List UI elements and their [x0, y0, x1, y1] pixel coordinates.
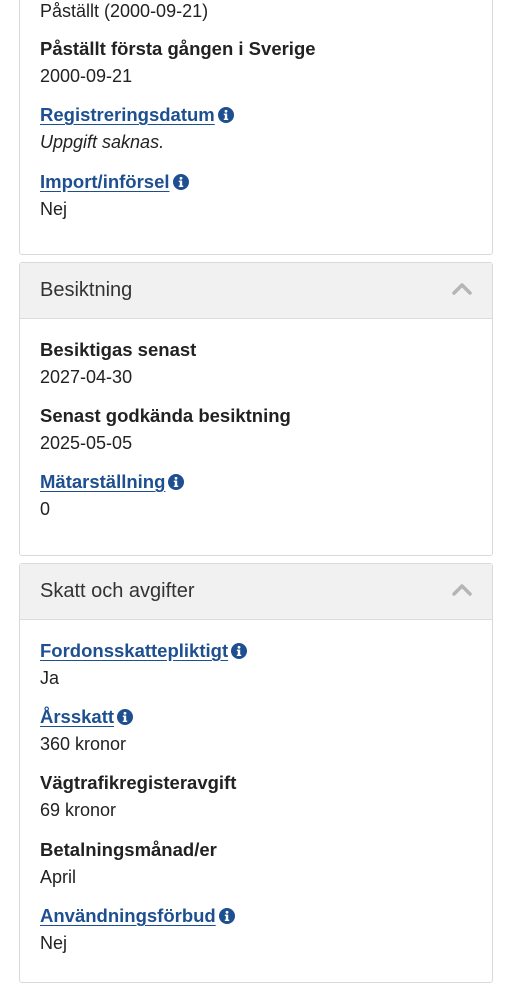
- tax-liable-link[interactable]: Fordonsskattepliktigt: [40, 640, 228, 661]
- info-icon[interactable]: [218, 908, 235, 924]
- info-icon[interactable]: [217, 107, 234, 123]
- field-label: Påställt första gången i Sverige: [40, 38, 316, 59]
- field-payment-month: Betalningsmånad/er April: [40, 838, 217, 889]
- field-value: Uppgift saknas.: [40, 132, 165, 152]
- field-label: Betalningsmånad/er: [40, 839, 217, 860]
- info-icon[interactable]: [117, 709, 134, 725]
- registration-status-text: Påställt (2000-09-21): [40, 1, 209, 21]
- tax-card-header[interactable]: Skatt och avgifter: [20, 564, 492, 620]
- odometer-link[interactable]: Mätarställning: [40, 471, 165, 492]
- field-value: Ja: [40, 668, 60, 688]
- field-first-registered-sweden: Påställt första gången i Sverige 2000-09…: [40, 37, 316, 88]
- field-odometer: Mätarställning 0: [40, 470, 185, 521]
- registration-date-link[interactable]: Registreringsdatum: [40, 104, 215, 125]
- field-import: Import/införsel Nej: [40, 170, 189, 221]
- field-value: Nej: [40, 199, 68, 219]
- usage-ban-link[interactable]: Användningsförbud: [40, 905, 216, 926]
- field-value: 2027-04-30: [40, 367, 133, 387]
- inspection-card-header[interactable]: Besiktning: [20, 263, 492, 319]
- inspection-card-title: Besiktning: [40, 279, 133, 301]
- field-tax-liable: Fordonsskattepliktigt Ja: [40, 639, 248, 690]
- tax-card-title: Skatt och avgifter: [40, 580, 195, 602]
- info-icon[interactable]: [168, 474, 185, 490]
- field-value: 2025-05-05: [40, 433, 133, 453]
- field-value: 2000-09-21: [40, 66, 133, 86]
- field-last-approved-inspection: Senast godkända besiktning 2025-05-05: [40, 404, 291, 455]
- field-inspect-by: Besiktigas senast 2027-04-30: [40, 338, 196, 389]
- field-value: April: [40, 867, 77, 887]
- chevron-up-icon[interactable]: [452, 282, 472, 296]
- annual-tax-link[interactable]: Årsskatt: [40, 706, 114, 727]
- field-annual-tax: Årsskatt 360 kronor: [40, 705, 134, 756]
- field-value: 0: [40, 499, 51, 519]
- field-label: Besiktigas senast: [40, 339, 197, 360]
- info-icon[interactable]: [231, 643, 248, 659]
- field-usage-ban: Användningsförbud Nej: [40, 904, 235, 955]
- field-value: 69 kronor: [40, 800, 117, 820]
- field-label: Senast godkända besiktning: [40, 405, 291, 426]
- import-link[interactable]: Import/införsel: [40, 171, 170, 192]
- field-value: 360 kronor: [40, 734, 127, 754]
- field-road-traffic-fee: Vägtrafikregisteravgift 69 kronor: [40, 771, 236, 822]
- field-label: Vägtrafikregisteravgift: [40, 772, 237, 793]
- info-icon[interactable]: [172, 174, 189, 190]
- field-registration-date: Registreringsdatum Uppgift saknas.: [40, 103, 234, 154]
- chevron-up-icon[interactable]: [452, 583, 472, 597]
- field-value: Nej: [40, 933, 68, 953]
